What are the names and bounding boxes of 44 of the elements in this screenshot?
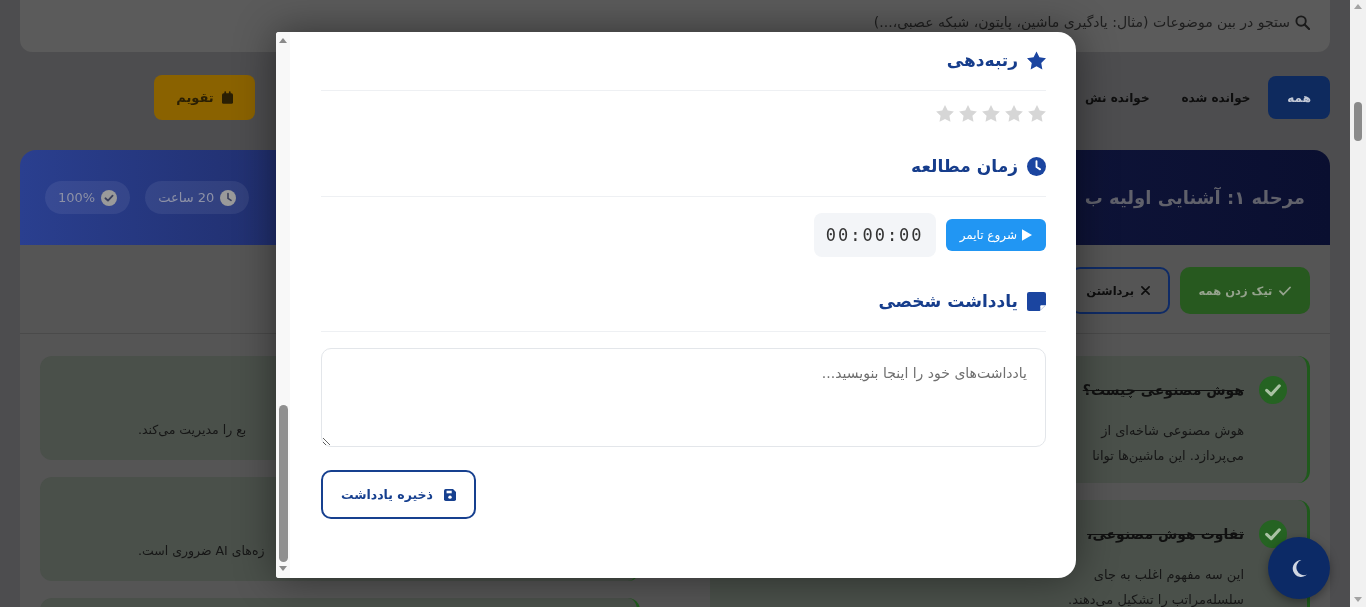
scrollbar-thumb[interactable] xyxy=(278,405,288,562)
star-icon[interactable] xyxy=(982,105,1000,122)
note-field[interactable]: یادداشت‌های خود را اینجا بنویسید... xyxy=(321,348,1046,447)
scroll-up-icon[interactable] xyxy=(1354,4,1362,9)
hours-text: 20 ساعت xyxy=(158,190,215,205)
check-circle-icon xyxy=(1259,376,1287,404)
play-icon xyxy=(1022,229,1032,241)
filter-tab[interactable]: خوانده نش xyxy=(1071,76,1164,119)
search-icon xyxy=(1295,15,1310,30)
clock-icon xyxy=(220,189,237,206)
star-icon[interactable] xyxy=(1005,105,1023,122)
topic-title: هوش مصنوعی چیست؟ xyxy=(1082,382,1244,398)
timer-display: 00:00:00 xyxy=(813,213,936,257)
check-circle-icon xyxy=(1259,520,1287,548)
start-timer-button[interactable]: شروع تایمر xyxy=(945,219,1046,251)
save-note-button[interactable]: ذخیره یادداشت xyxy=(321,470,476,519)
scroll-down-icon[interactable] xyxy=(279,566,287,571)
star-icon[interactable] xyxy=(1028,105,1046,122)
topic-text: بع را مدیریت می‌کند. xyxy=(138,421,247,439)
sticky-note-icon xyxy=(1027,291,1046,311)
progress-text: 100% xyxy=(58,190,96,205)
scrollbar-thumb[interactable] xyxy=(1354,102,1362,141)
filter-tab[interactable]: همه xyxy=(1268,76,1330,119)
stage-title: مرحله ۱: آشنایی اولیه ب xyxy=(1084,187,1305,208)
clock-icon xyxy=(1027,156,1046,176)
check-icon xyxy=(1279,285,1292,296)
topic-title: تفاوت هوش مصنوعی، xyxy=(1087,526,1244,542)
close-icon xyxy=(1141,286,1150,295)
section-title: رتبه‌دهی xyxy=(946,50,1018,70)
check-circle-icon xyxy=(101,189,118,206)
calendar-icon xyxy=(221,91,233,104)
calendar-button[interactable]: تقویم xyxy=(154,75,255,120)
moon-icon xyxy=(1291,559,1307,577)
topic-text: زه‌های AI ضروری است. xyxy=(138,542,265,561)
star-icon[interactable] xyxy=(959,105,977,122)
scroll-up-icon[interactable] xyxy=(279,38,287,43)
filter-tab[interactable]: خوانده شده xyxy=(1167,76,1265,119)
scroll-down-icon[interactable] xyxy=(1354,597,1362,602)
section-title: زمان مطالعه xyxy=(911,156,1018,176)
topic-text: این سه مفهوم اغلب به جای سلسله‌مراتب را تشکیل می‌دهند. xyxy=(1068,566,1244,607)
star-icon xyxy=(1027,50,1046,70)
star-icon[interactable] xyxy=(936,105,954,122)
section-title: یادداشت شخصی xyxy=(878,291,1018,311)
check-all-button[interactable]: تیک زدن همه xyxy=(1180,267,1310,314)
